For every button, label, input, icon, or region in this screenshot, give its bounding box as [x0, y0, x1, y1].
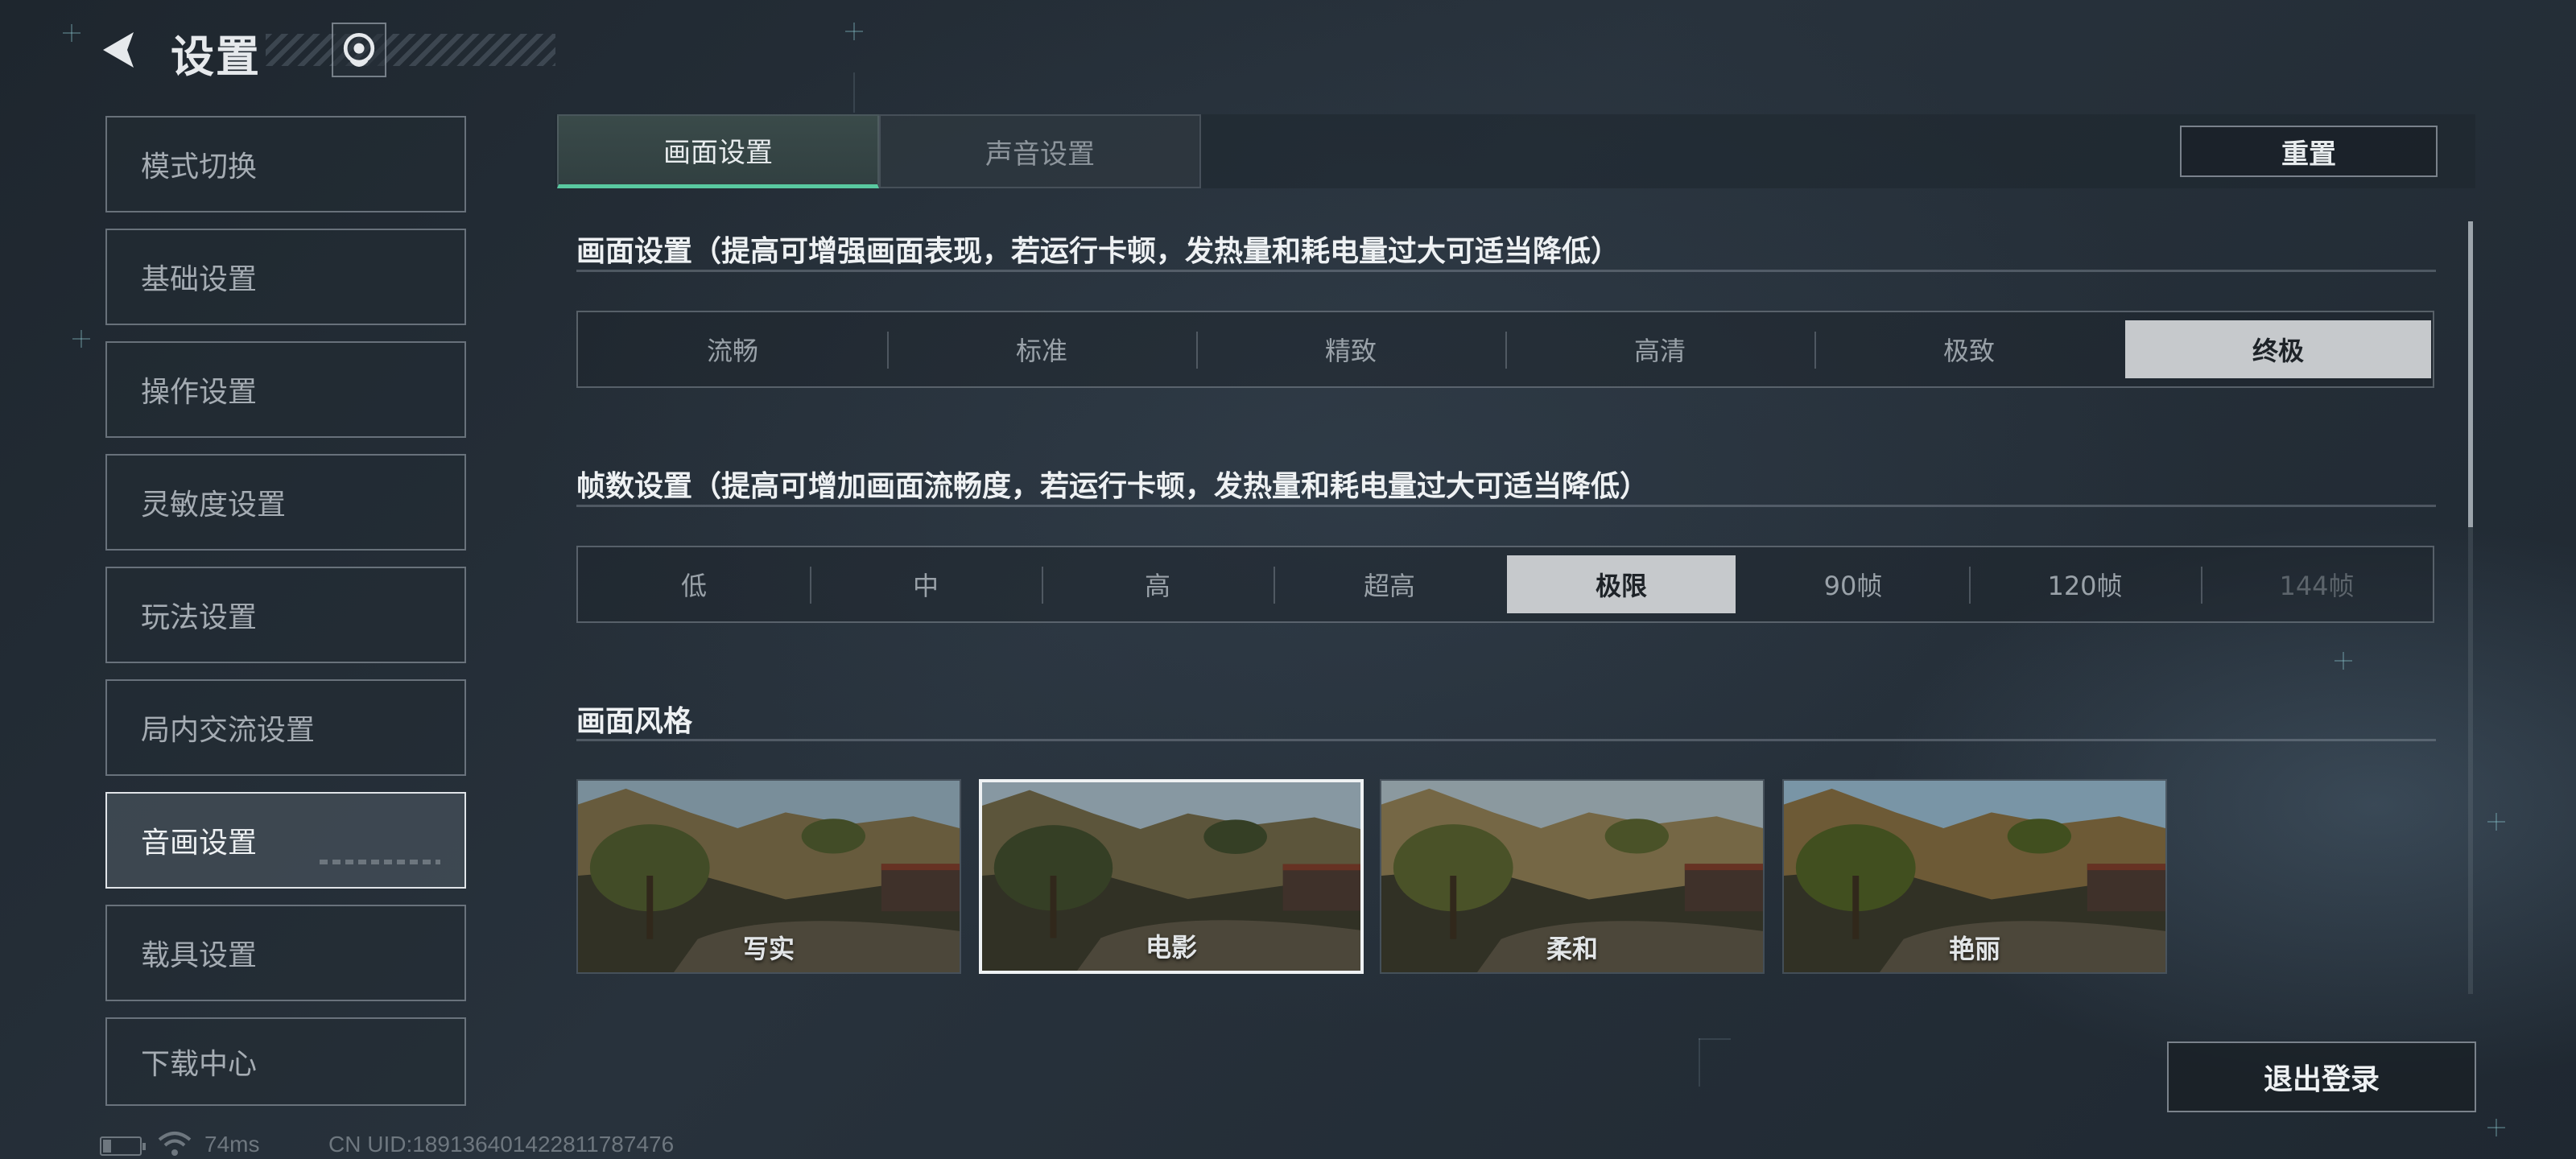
graphics-style-title: 画面风格 [576, 705, 693, 738]
fps-option[interactable]: 低 [580, 555, 808, 613]
back-arrow-icon [103, 32, 134, 68]
fps-option[interactable]: 120帧 [1971, 555, 2199, 613]
decor-line [853, 72, 855, 113]
sidebar-item[interactable]: 局内交流设置 [105, 679, 466, 776]
graphics-quality-option[interactable]: 流畅 [580, 320, 886, 378]
graphics-quality-option[interactable]: 终极 [2125, 320, 2431, 378]
customer-service-button[interactable] [332, 23, 386, 77]
graphics-style-option[interactable]: 电影 [979, 779, 1364, 974]
user-uid: CN UID:1891364014228117874​76 [328, 1132, 675, 1157]
graphics-quality-option[interactable]: 标准 [889, 320, 1195, 378]
sidebar-item[interactable]: 玩法设置 [105, 567, 466, 663]
decor-line [1699, 1038, 1700, 1087]
tab-graphics-settings[interactable]: 画面设置 [557, 114, 879, 188]
option-divider [887, 332, 889, 369]
sidebar-item[interactable]: 下载中心 [105, 1017, 466, 1106]
header-decor-stripe [266, 34, 555, 66]
option-divider [1274, 567, 1275, 604]
decor-crosshair [72, 330, 90, 348]
fps-option[interactable]: 高 [1043, 555, 1272, 613]
graphics-quality-option[interactable]: 精致 [1198, 320, 1504, 378]
option-divider [2201, 567, 2202, 604]
option-divider [1042, 567, 1043, 604]
graphics-style-label: 柔和 [1546, 934, 1598, 964]
logout-button[interactable]: 退出登录 [2167, 1041, 2476, 1112]
customer-service-icon [343, 33, 375, 67]
sidebar-item[interactable]: 基础设置 [105, 229, 466, 325]
graphics-style-option[interactable]: 柔和 [1380, 779, 1765, 974]
scrollbar-thumb[interactable] [2468, 221, 2473, 527]
graphics-style-option[interactable]: 艳丽 [1782, 779, 2167, 974]
decor-line [1699, 1038, 1731, 1040]
wifi-icon [158, 1132, 192, 1156]
graphics-quality-option[interactable]: 高清 [1507, 320, 1813, 378]
section-divider [576, 270, 2436, 272]
sidebar-item[interactable]: 操作设置 [105, 341, 466, 438]
fps-selector: 低中高超高 极限 90帧 120帧 144帧 [576, 546, 2434, 623]
fps-option[interactable]: 90帧 [1739, 555, 1967, 613]
graphics-style-option[interactable]: 写实 [576, 779, 961, 974]
decor-crosshair [63, 24, 80, 42]
section-divider [576, 505, 2436, 507]
reset-button[interactable]: 重置 [2180, 126, 2438, 177]
option-divider [1814, 332, 1816, 369]
graphics-quality-title: 画面设置（提高可增强画面表现，若运行卡顿，发热量和耗电量过大可适当降低） [576, 235, 1620, 268]
ping-value: 74ms [204, 1132, 260, 1157]
graphics-style-label: 艳丽 [1948, 934, 2000, 964]
decor-crosshair [2334, 652, 2352, 670]
page-title: 设置 [171, 31, 261, 82]
option-divider [1196, 332, 1198, 369]
fps-option[interactable]: 中 [811, 555, 1040, 613]
graphics-style-label: 电影 [1145, 932, 1197, 963]
fps-option[interactable]: 144帧 [2202, 555, 2431, 613]
graphics-quality-option[interactable]: 极致 [1816, 320, 2122, 378]
sidebar-item[interactable]: 灵敏度设置 [105, 454, 466, 551]
back-button[interactable] [95, 24, 147, 76]
fps-option[interactable]: 极限 [1507, 555, 1736, 613]
tab-sound-settings[interactable]: 声音设置 [879, 114, 1201, 188]
fps-option[interactable]: 超高 [1275, 555, 1504, 613]
option-divider [810, 567, 811, 604]
graphics-quality-selector: 流畅 标准 精致 高清 极致 终极 [576, 311, 2434, 388]
graphics-style-label: 写实 [742, 934, 795, 964]
option-divider [1969, 567, 1971, 604]
decor-crosshair [2487, 1119, 2505, 1136]
sidebar-item[interactable]: 载具设置 [105, 905, 466, 1001]
option-divider [1505, 332, 1507, 369]
decor-crosshair [2487, 813, 2505, 831]
sidebar-item[interactable]: 音画设置 [105, 792, 466, 889]
section-divider [576, 739, 2436, 741]
sidebar-item[interactable]: 模式切换 [105, 116, 466, 212]
decor-crosshair [845, 23, 863, 40]
battery-icon [100, 1136, 146, 1156]
fps-settings-title: 帧数设置（提高可增加画面流畅度，若运行卡顿，发热量和耗电量过大可适当降低） [576, 470, 1649, 503]
